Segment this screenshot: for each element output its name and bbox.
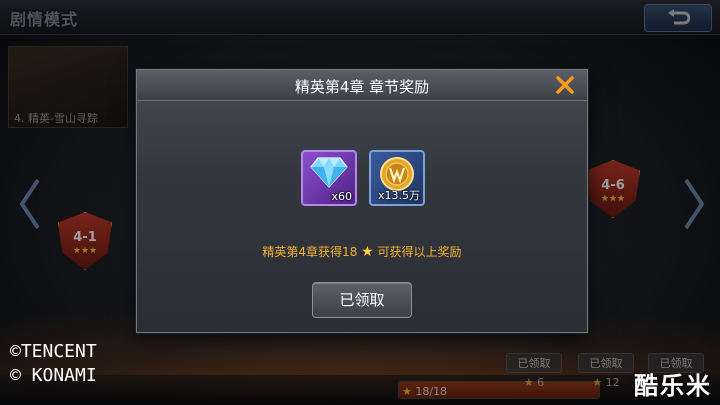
claimed-button[interactable]: 已领取 [312,282,412,318]
reward-qty: x13.5万 [377,189,420,202]
close-button[interactable] [553,73,577,97]
close-icon [556,76,574,94]
copyright-tencent: ©TENCENT [10,341,97,362]
reward-item-gold[interactable]: x13.5万 [369,150,425,206]
chapter-reward-dialog: 精英第4章 章节奖励 x60 x13.5万 精英第4章获得18 ★ 可获得以上奖… [136,69,588,333]
dialog-title: 精英第4章 章节奖励 [294,78,430,96]
site-watermark: 酷乐米 [634,372,712,400]
dialog-header: 精英第4章 章节奖励 [137,70,587,101]
reward-qty: x60 [331,190,352,203]
reward-condition: 精英第4章获得18 ★ 可获得以上奖励 [137,243,587,260]
copyright-konami: © KONAMI [10,365,97,386]
condition-suffix: 可获得以上奖励 [377,245,462,259]
star-icon: ★ [361,244,374,260]
reward-item-diamond[interactable]: x60 [301,150,357,206]
copyright-notice: ©TENCENT © KONAMI [10,340,97,388]
diamond-icon [310,157,348,188]
condition-prefix: 精英第4章获得18 [262,245,358,259]
